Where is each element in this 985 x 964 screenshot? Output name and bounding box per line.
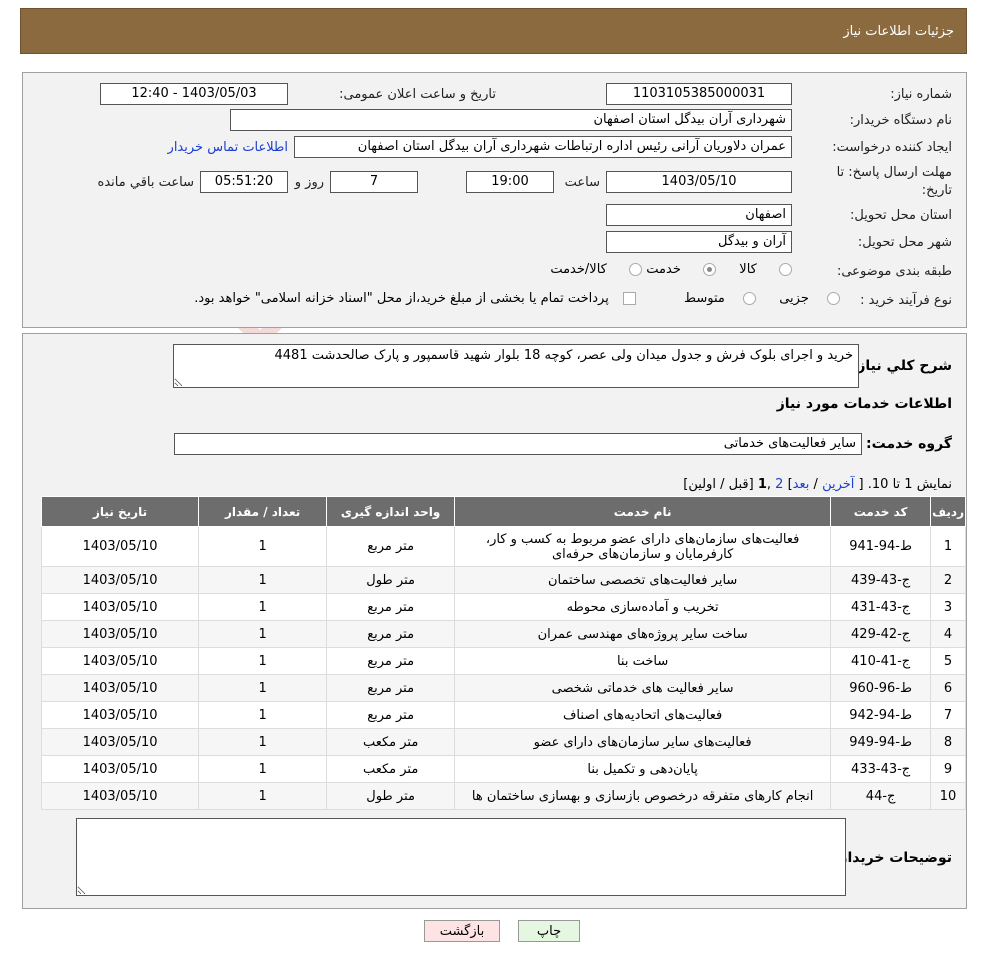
pagination: نمایش 1 تا 10. [ آخرین / بعد] 2 ,1 [قبل … [683, 477, 952, 492]
pager-next-link[interactable]: بعد [793, 477, 810, 492]
category-label: طبقه بندی موضوعی: [836, 264, 952, 279]
need-info-panel: شماره نیاز: 1103105385000031 تاریخ و ساع… [22, 72, 967, 328]
province-field: اصفهان [606, 204, 792, 226]
table-row: 3 ج-43-431 تخریب و آماده‌سازی محوطه متر … [40, 593, 966, 621]
treasury-payment-option[interactable]: پرداخت تمام یا بخشی از مبلغ خرید،از محل … [194, 291, 636, 306]
table-row: 5 ج-41-410 ساخت بنا متر مربع 1 1403/05/1… [40, 647, 966, 675]
col-header-need-date: تاریخ نیاز [40, 496, 200, 527]
summary-label: شرح کلي نياز: [851, 358, 952, 374]
remaining-label: ساعت باقي مانده [97, 175, 194, 190]
time-label: ساعت [564, 175, 600, 190]
pager-last-link[interactable]: آخرین [822, 477, 854, 492]
col-header-unit: واحد اندازه گیری [326, 496, 456, 527]
page-title: جزئیات اطلاعات نیاز [843, 24, 954, 39]
days-label: روز و [294, 175, 324, 190]
checkbox-icon[interactable] [623, 292, 636, 305]
services-table: ردیف کد خدمت نام خدمت واحد اندازه گیری ت… [40, 496, 966, 810]
city-label: شهر محل تحویل: [857, 235, 952, 250]
province-label: استان محل تحویل: [850, 208, 952, 223]
category-option-both[interactable]: کالا/خدمت [550, 262, 642, 277]
service-group-field: سایر فعالیت‌های خدماتی [174, 433, 862, 455]
buyer-org-field: شهرداری آران بیدگل استان اصفهان [230, 109, 792, 131]
radio-selected-icon[interactable] [703, 263, 716, 276]
process-option-medium[interactable]: متوسط [684, 291, 756, 306]
col-header-service-code: کد خدمت [830, 496, 932, 527]
buyer-notes-label: توضیحات خریدار: [833, 850, 952, 866]
table-header-row: ردیف کد خدمت نام خدمت واحد اندازه گیری ت… [40, 496, 966, 527]
radio-icon[interactable] [827, 292, 840, 305]
process-label: نوع فرآیند خرید : [860, 293, 952, 308]
category-option-service[interactable]: خدمت [646, 262, 716, 277]
back-button[interactable]: بازگشت [424, 920, 500, 942]
services-heading: اطلاعات خدمات مورد نیاز [776, 396, 952, 412]
creator-label: ایجاد کننده درخواست: [832, 140, 952, 155]
radio-icon[interactable] [743, 292, 756, 305]
details-panel: شرح کلي نياز: خرید و اجرای بلوک فرش و جد… [22, 333, 967, 909]
need-number-field: 1103105385000031 [606, 83, 792, 105]
table-row: 8 ط-94-949 فعالیت‌های سایر سازمان‌های دا… [40, 728, 966, 756]
buyer-notes-textarea[interactable] [76, 818, 846, 896]
pager-current-page: 1 [757, 477, 767, 492]
process-option-minor[interactable]: جزیی [779, 291, 840, 306]
table-row: 7 ط-94-942 فعالیت‌های اتحادیه‌های اصناف … [40, 701, 966, 729]
pager-page-2-link[interactable]: 2 [775, 477, 783, 492]
need-number-label: شماره نیاز: [890, 87, 952, 102]
buyer-org-label: نام دستگاه خریدار: [849, 113, 952, 128]
deadline-label-2: تاریخ: [921, 183, 952, 198]
print-button[interactable]: چاپ [518, 920, 580, 942]
announce-field: 1403/05/03 - 12:40 [100, 83, 288, 105]
col-header-row-number: ردیف [930, 496, 966, 527]
page-header: جزئیات اطلاعات نیاز [20, 8, 967, 54]
table-row: 4 ج-42-429 ساخت سایر پروژه‌های مهندسی عم… [40, 620, 966, 648]
radio-icon[interactable] [629, 263, 642, 276]
remaining-field: 05:51:20 [200, 171, 288, 193]
pager-prev-first: [قبل / اولین] [683, 477, 754, 492]
table-row: 6 ط-96-960 سایر فعالیت های خدماتی شخصی م… [40, 674, 966, 702]
table-row: 9 ج-43-433 پایان‌دهی و تکمیل بنا متر مکع… [40, 755, 966, 783]
table-row: 1 ط-94-941 فعالیت‌های سازمان‌های دارای ع… [40, 526, 966, 567]
service-group-label: گروه خدمت: [866, 436, 952, 452]
announce-label: تاریخ و ساعت اعلان عمومی: [339, 87, 496, 102]
deadline-label: مهلت ارسال پاسخ: تا [836, 165, 952, 180]
city-field: آران و بیدگل [606, 231, 792, 253]
summary-textarea[interactable]: خرید و اجرای بلوک فرش و جدول میدان ولی ع… [173, 344, 859, 388]
col-header-service-name: نام خدمت [454, 496, 832, 527]
deadline-time-field: 19:00 [466, 171, 554, 193]
col-header-quantity: تعداد / مقدار [198, 496, 328, 527]
table-row: 10 ج-44 انجام کارهای متفرقه درخصوص بازسا… [40, 782, 966, 810]
contact-buyer-link[interactable]: اطلاعات تماس خریدار [168, 140, 288, 155]
radio-icon[interactable] [779, 263, 792, 276]
days-field: 7 [330, 171, 418, 193]
deadline-date-field: 1403/05/10 [606, 171, 792, 193]
table-row: 2 ج-43-439 سایر فعالیت‌های تخصصی ساختمان… [40, 566, 966, 594]
category-option-goods[interactable]: کالا [739, 262, 792, 277]
creator-field: عمران دلاوریان آرانی رئیس اداره ارتباطات… [294, 136, 792, 158]
